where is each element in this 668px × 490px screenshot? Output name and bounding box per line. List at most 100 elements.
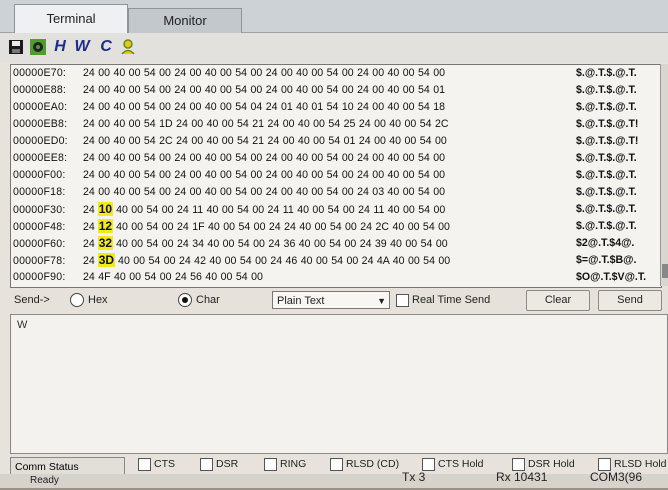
hex-row: 00000F90: 24 4F 40 00 54 00 24 56 40 00 5… xyxy=(13,269,646,286)
highlighted-byte: 3D xyxy=(97,253,116,267)
hex-row: 00000EA0: 24 00 40 00 54 00 24 00 40 00 5… xyxy=(13,99,637,116)
hex-bytes: 24 00 40 00 54 2C 24 00 40 00 54 21 24 0… xyxy=(83,135,447,147)
ring-indicator: RING xyxy=(264,456,306,472)
hex-ascii: $O@.T.$V@.T. xyxy=(576,271,647,283)
tab-terminal[interactable]: Terminal xyxy=(14,4,128,34)
hex-ascii: $.@.T.$.@.T. xyxy=(576,186,637,198)
text-mode-value: Plain Text xyxy=(277,295,325,307)
hex-row: 00000F78: 24 3D 40 00 54 00 24 42 40 00 5… xyxy=(13,252,636,269)
hex-address: 00000F60: xyxy=(13,238,66,250)
hex-radio-circle[interactable] xyxy=(70,293,84,308)
hex-byte: 24 xyxy=(83,255,95,267)
send-label: Send-> xyxy=(14,294,50,306)
indicator-box xyxy=(138,457,151,471)
hex-ascii: $.@.T.$.@.T. xyxy=(576,67,637,79)
hex-ascii: $.@.T.$.@.T. xyxy=(576,169,637,181)
hex-address: 00000F18: xyxy=(13,186,66,198)
hex-row: 00000F18: 24 00 40 00 54 00 24 00 40 00 5… xyxy=(13,184,637,201)
vertical-scrollbar[interactable] xyxy=(660,64,668,286)
clear-button[interactable]: Clear xyxy=(526,290,590,311)
hex-row: 00000EB8: 24 00 40 00 54 1D 24 00 40 00 5… xyxy=(13,116,638,133)
hex-address: 00000EE8: xyxy=(13,152,68,164)
hex-bytes: 24 00 40 00 54 1D 24 00 40 00 54 21 24 0… xyxy=(83,118,449,130)
scrollbar-thumb[interactable] xyxy=(662,264,668,278)
hex-row: 00000F48: 24 12 40 00 54 00 24 1F 40 00 5… xyxy=(13,218,637,235)
checkbox-box[interactable] xyxy=(396,293,409,307)
chevron-down-icon[interactable]: ▼ xyxy=(377,292,386,310)
status-bar: Ready Tx 3 Rx 10431 COM3(96 xyxy=(0,470,668,488)
tx-counter: Tx 3 xyxy=(402,470,426,484)
indicator-box xyxy=(200,457,213,471)
highlighted-byte: 10 xyxy=(97,202,114,216)
hex-data-view[interactable]: 00000E70: 24 00 40 00 54 00 24 00 40 00 5… xyxy=(10,64,662,288)
hex-byte: 24 xyxy=(83,204,95,216)
send-options-bar: Send-> Hex Char Plain Text ▼ Real Time Se… xyxy=(10,289,668,311)
hex-bytes: 40 00 54 00 24 1F 40 00 54 00 24 24 40 0… xyxy=(116,221,450,233)
hex-address: 00000E70: xyxy=(13,67,67,79)
tab-monitor[interactable]: Monitor xyxy=(128,8,242,33)
hex-ascii: $.@.T.$.@.T! xyxy=(576,135,639,147)
indicator-label: RING xyxy=(280,458,307,470)
hex-ascii: $.@.T.$.@.T! xyxy=(576,118,639,130)
hex-byte: 24 xyxy=(83,221,95,233)
hex-address: 00000ED0: xyxy=(13,135,68,147)
hex-radio[interactable]: Hex xyxy=(70,289,108,311)
w-icon[interactable]: W xyxy=(72,37,92,57)
hex-radio-label: Hex xyxy=(88,294,108,306)
hex-ascii: $=@.T.$B@. xyxy=(576,254,637,266)
hex-address: 00000F90: xyxy=(13,271,66,283)
clear-icon[interactable] xyxy=(118,37,138,57)
hex-bytes: 24 00 40 00 54 00 24 00 40 00 54 00 24 0… xyxy=(83,67,445,79)
hex-row: 00000E70: 24 00 40 00 54 00 24 00 40 00 5… xyxy=(13,65,637,82)
hex-row: 00000F00: 24 00 40 00 54 00 24 00 40 00 5… xyxy=(13,167,637,184)
hex-bytes: 24 00 40 00 54 00 24 00 40 00 54 04 24 0… xyxy=(83,101,445,113)
hex-bytes: 40 00 54 00 24 34 40 00 54 00 24 36 40 0… xyxy=(116,238,448,250)
hex-row: 00000F60: 24 32 40 00 54 00 24 34 40 00 5… xyxy=(13,235,634,252)
text-mode-select[interactable]: Plain Text ▼ xyxy=(272,291,390,309)
send-input[interactable]: W xyxy=(10,314,668,454)
tab-bar: Terminal Monitor xyxy=(0,0,668,34)
realtime-send-label: Real Time Send xyxy=(412,294,491,306)
realtime-send-checkbox[interactable]: Real Time Send xyxy=(396,289,490,311)
hex-address: 00000F30: xyxy=(13,204,66,216)
settings-gear-icon[interactable] xyxy=(28,37,48,57)
cts-indicator: CTS xyxy=(138,456,175,472)
hex-address: 00000EB8: xyxy=(13,118,68,130)
indicator-label: CTS xyxy=(154,458,175,470)
hex-bytes: 24 00 40 00 54 00 24 00 40 00 54 00 24 0… xyxy=(83,84,445,96)
c-icon[interactable]: C xyxy=(96,37,116,57)
indicator-label: DSR xyxy=(216,458,239,470)
indicator-label: RLSD (CD) xyxy=(346,458,400,470)
indicator-box xyxy=(264,457,277,471)
indicator-box xyxy=(330,457,343,471)
highlighted-byte: 12 xyxy=(97,219,114,233)
rx-counter: Rx 10431 xyxy=(496,470,548,484)
hex-ascii: $.@.T.$.@.T. xyxy=(576,152,637,164)
hex-address: 00000E88: xyxy=(13,84,67,96)
send-input-text: W xyxy=(17,319,28,331)
serial-terminal-window: Terminal Monitor H W C 00000E70: 24 00 40… xyxy=(0,0,668,488)
hex-address: 00000F48: xyxy=(13,221,66,233)
hex-row: 00000ED0: 24 00 40 00 54 2C 24 00 40 00 5… xyxy=(13,133,638,150)
hex-h-icon[interactable]: H xyxy=(50,37,70,57)
hex-ascii: $.@.T.$.@.T. xyxy=(576,84,637,96)
hex-ascii: $.@.T.$.@.T. xyxy=(576,220,637,232)
hex-bytes: 40 00 54 00 24 11 40 00 54 00 24 11 40 0… xyxy=(116,204,446,216)
hex-ascii: $2@.T.$4@. xyxy=(576,237,635,249)
char-radio-circle[interactable] xyxy=(178,293,192,308)
hex-bytes: 24 00 40 00 54 00 24 00 40 00 54 00 24 0… xyxy=(83,169,445,181)
hex-ascii: $.@.T.$.@.T. xyxy=(576,203,637,215)
toolbar: H W C xyxy=(0,33,668,63)
char-radio-label: Char xyxy=(196,294,220,306)
dsr-indicator: DSR xyxy=(200,456,238,472)
char-radio[interactable]: Char xyxy=(178,289,220,311)
save-icon[interactable] xyxy=(6,37,26,57)
hex-address: 00000F78: xyxy=(13,255,66,267)
cts-hold-indicator: CTS Hold xyxy=(422,456,484,472)
hex-byte: 24 xyxy=(83,238,95,250)
hex-row: 00000F30: 24 10 40 00 54 00 24 11 40 00 5… xyxy=(13,201,637,218)
indicator-label: CTS Hold xyxy=(438,458,484,470)
rlsd-indicator: RLSD (CD) xyxy=(330,456,399,472)
send-button[interactable]: Send xyxy=(598,290,662,311)
hex-bytes: 40 00 54 00 24 42 40 00 54 00 24 46 40 0… xyxy=(118,255,451,267)
